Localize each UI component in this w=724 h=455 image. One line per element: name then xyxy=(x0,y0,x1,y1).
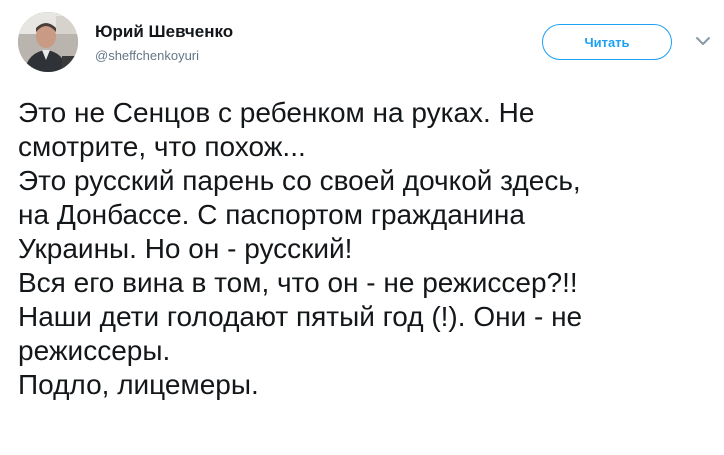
tweet-text-line: Вся его вина в том, что он - не режиссер… xyxy=(18,267,578,298)
avatar[interactable] xyxy=(18,12,78,72)
author-handle[interactable]: @sheffchenkoyuri xyxy=(95,48,199,63)
author-name[interactable]: Юрий Шевченко xyxy=(95,22,233,42)
tweet-text-line: Это русский парень со своей дочкой здесь… xyxy=(18,165,581,196)
tweet-text-line: Наши дети голодают пятый год (!). Они - … xyxy=(18,301,583,332)
tweet-card: Юрий Шевченко @sheffchenkoyuri Читать Эт… xyxy=(0,0,724,455)
tweet-text-line: Подло, лицемеры. xyxy=(18,369,259,400)
chevron-down-icon[interactable] xyxy=(694,34,712,48)
tweet-text-line: режиссеры. xyxy=(18,335,171,366)
tweet-text-line: смотрите, что похож... xyxy=(18,131,306,162)
tweet-text-line: Украины. Но он - русский! xyxy=(18,233,353,264)
tweet-text-line: Это не Сенцов с ребенком на руках. Не xyxy=(18,97,535,128)
tweet-text-line: на Донбассе. С паспортом гражданина xyxy=(18,199,525,230)
tweet-header: Юрий Шевченко @sheffchenkoyuri Читать xyxy=(18,12,714,72)
follow-button[interactable]: Читать xyxy=(542,24,672,60)
avatar-image xyxy=(18,12,78,72)
tweet-text: Это не Сенцов с ребенком на руках. Не см… xyxy=(18,96,718,402)
